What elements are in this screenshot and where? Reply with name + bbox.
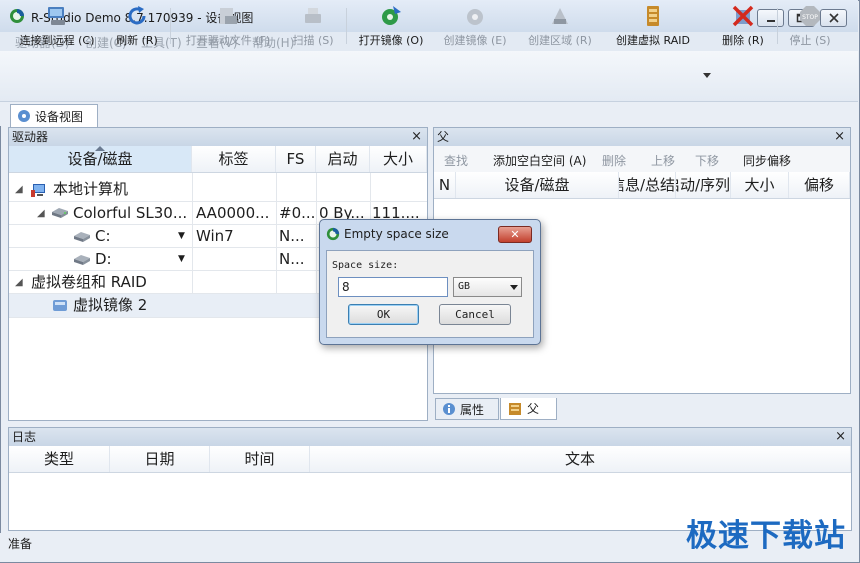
col-offset[interactable]: 偏移 [789,172,850,198]
toolbar-separator [777,8,778,44]
status-text: 准备 [8,537,33,551]
close-panel-icon[interactable]: × [411,128,422,146]
watermark-logo: 极速下载站 [686,518,846,554]
row-dropdown-icon[interactable]: ▼ [178,248,185,271]
col-n[interactable]: N [434,172,456,198]
space-size-input[interactable]: 8 [338,277,448,297]
collapse-arrow-icon[interactable]: ◢ [15,178,23,201]
dialog-title: Empty space size [344,227,449,241]
close-panel-icon[interactable]: × [834,128,845,146]
col-text[interactable]: 文本 [310,446,851,472]
scanner-icon [305,8,321,23]
col-boot[interactable]: 启动 [316,146,370,172]
add-empty-space-button[interactable]: 添加空白空间 (A) [493,152,586,169]
toolbar-separator [346,8,347,44]
create-image-button[interactable]: 创建镜像 (E) [440,4,510,48]
move-down-button[interactable]: 下移 [695,152,719,169]
toolbar-separator [170,8,171,44]
collapse-arrow-icon[interactable]: ◢ [37,202,45,225]
tab-row [0,102,858,126]
move-up-button[interactable]: 上移 [651,152,675,169]
create-virtual-raid-button[interactable]: 创建虚拟 RAID [611,4,695,48]
col-type[interactable]: 类型 [9,446,110,472]
tab-properties[interactable]: 属性 [435,398,499,420]
delete-entry-button[interactable]: 删除 [602,152,626,169]
app-logo-icon [326,227,340,241]
col-size[interactable]: 大小 [731,172,789,198]
chevron-down-icon [510,285,518,290]
col-device[interactable]: 设备/磁盘 [456,172,619,198]
region-icon [552,8,568,24]
open-drive-files-button[interactable]: 打开驱动文件 (F) [182,4,274,48]
connect-remote-button[interactable]: 连接到远程 (C) [16,4,98,48]
device-view-icon [18,110,30,122]
unit-select[interactable]: GB [453,277,522,297]
tree-row[interactable]: ◢ 本地计算机 [9,178,427,201]
dialog-title-bar: Empty space size [326,227,449,241]
find-button[interactable]: 查找 [444,152,468,169]
row-dropdown-icon[interactable]: ▼ [178,225,185,248]
minimize-icon [766,20,775,22]
local-computer-icon [31,184,45,197]
delete-button[interactable]: 删除 (R) [719,4,767,48]
virtual-image-icon [53,300,67,311]
partition-icon [74,232,90,242]
raid-icon [647,6,659,26]
parent-grid-header: N 设备/磁盘 信息/总结 启动/序列 大小 偏移 [434,172,850,199]
col-boot-seq[interactable]: 启动/序列 [676,172,731,198]
parent-panel-header: 父 × [434,128,850,146]
scan-button[interactable]: 扫描 (S) [290,4,336,48]
partition-icon [74,255,90,265]
stop-icon: STOP [800,6,820,26]
disk-icon [52,208,68,218]
cancel-button[interactable]: Cancel [439,304,511,325]
svg-text:STOP: STOP [802,14,818,21]
stop-button[interactable]: STOP 停止 (S) [786,4,834,48]
refresh-button[interactable]: 刷新 (R) [114,4,160,48]
create-region-button[interactable]: 创建区域 (R) [525,4,595,48]
ok-button[interactable]: OK [348,304,419,325]
folder-drive-icon [220,8,237,24]
open-image-button[interactable]: 打开镜像 (O) [356,4,426,48]
computer-icon [48,7,65,25]
drives-panel-header: 驱动器 × [9,128,427,146]
log-grid-header: 类型 日期 时间 文本 [9,446,851,473]
close-panel-icon[interactable]: × [835,428,846,446]
col-label[interactable]: 标签 [192,146,276,172]
col-size[interactable]: 大小 [370,146,427,172]
refresh-icon [128,6,146,25]
delete-icon [732,5,754,27]
sync-offset-button[interactable]: 同步偏移 [743,152,791,169]
parent-raid-icon [509,402,521,415]
tab-device-view[interactable]: 设备视图 [10,104,98,127]
properties-icon [443,403,455,415]
col-info[interactable]: 信息/总结 [619,172,676,198]
dropdown-arrow-icon[interactable] [703,73,711,79]
collapse-arrow-icon[interactable]: ◢ [15,271,23,294]
toolbar [0,51,858,102]
col-fs[interactable]: FS [276,146,316,172]
col-date[interactable]: 日期 [110,446,210,472]
dialog-close-button[interactable]: ✕ [498,226,532,243]
create-image-icon [467,9,483,25]
tab-parent[interactable]: 父 [500,398,557,420]
sort-arrow-icon [95,146,105,151]
open-image-icon [382,6,401,25]
space-size-label: Space size: [332,260,399,271]
parent-actions-bar: 查找 添加空白空间 (A) 删除 上移 下移 同步偏移 [434,146,850,172]
col-time[interactable]: 时间 [210,446,310,472]
log-panel-header: 日志 × [9,428,851,446]
drives-grid-header: 设备/磁盘 标签 FS 启动 大小 [9,146,427,173]
